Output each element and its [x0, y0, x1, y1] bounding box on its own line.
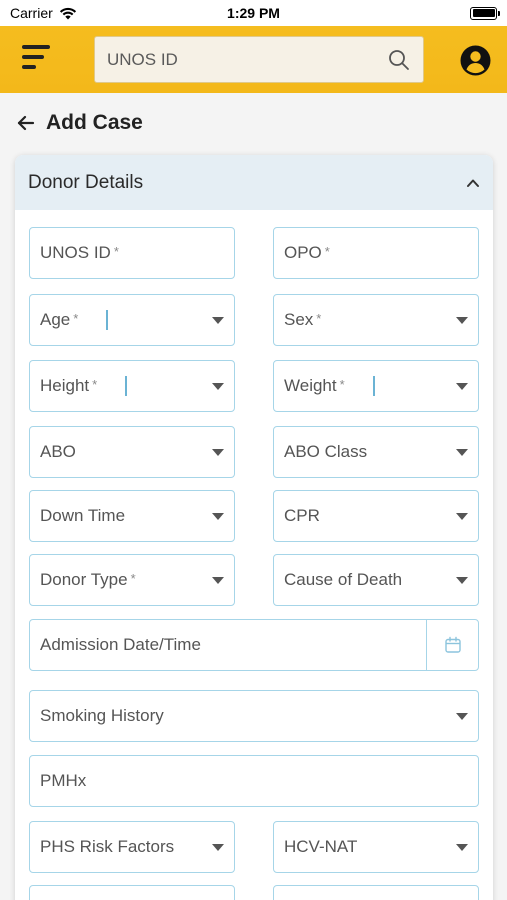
- weight-select[interactable]: Weight *: [273, 360, 479, 412]
- cause-of-death-select[interactable]: Cause of Death: [273, 554, 479, 606]
- cpr-label: CPR: [284, 506, 320, 525]
- age-select[interactable]: Age *: [29, 294, 235, 346]
- required-mark: *: [113, 244, 119, 259]
- arrow-left-icon[interactable]: [16, 113, 36, 133]
- down-time-label: Down Time: [40, 506, 126, 525]
- status-bar: Carrier 1:29 PM: [0, 0, 507, 26]
- abo-class-select[interactable]: ABO Class: [273, 426, 479, 478]
- required-mark: *: [130, 571, 136, 586]
- date-picker-button[interactable]: [426, 620, 478, 670]
- caret-down-icon: [212, 843, 224, 851]
- required-mark: *: [316, 311, 322, 326]
- cpr-select[interactable]: CPR: [273, 490, 479, 542]
- caret-down-icon: [456, 712, 468, 720]
- smoking-history-select[interactable]: Smoking History: [29, 690, 479, 742]
- hcv-nat-select[interactable]: HCV-NAT: [273, 821, 479, 873]
- calendar-icon: [444, 636, 461, 653]
- next-field-right[interactable]: [273, 885, 479, 900]
- abo-label: ABO: [40, 442, 76, 461]
- donor-type-select[interactable]: Donor Type *: [29, 554, 235, 606]
- phs-risk-factors-label: PHS Risk Factors: [40, 837, 175, 856]
- wifi-icon: [59, 7, 76, 19]
- app-header: [0, 26, 507, 93]
- down-time-select[interactable]: Down Time: [29, 490, 235, 542]
- search-input[interactable]: [107, 49, 387, 70]
- carrier-label: Carrier: [10, 5, 53, 21]
- donor-details-header[interactable]: Donor Details: [15, 155, 493, 210]
- cause-of-death-label: Cause of Death: [284, 570, 403, 589]
- abo-class-label: ABO Class: [284, 442, 368, 461]
- battery-icon: [470, 6, 500, 20]
- phs-risk-factors-select[interactable]: PHS Risk Factors: [29, 821, 235, 873]
- search-icon[interactable]: [387, 48, 411, 72]
- chevron-up-icon[interactable]: [465, 175, 481, 191]
- hcv-nat-label: HCV-NAT: [284, 837, 358, 856]
- required-mark: *: [324, 244, 330, 259]
- caret-down-icon: [456, 316, 468, 324]
- caret-down-icon: [212, 448, 224, 456]
- pmhx-label: PMHx: [40, 771, 87, 790]
- caret-down-icon: [212, 576, 224, 584]
- required-mark: *: [339, 377, 345, 392]
- pmhx-field[interactable]: PMHx: [29, 755, 479, 807]
- sex-label: Sex: [284, 310, 314, 329]
- unos-id-label: UNOS ID: [40, 243, 111, 262]
- page-title-row: Add Case: [16, 108, 143, 138]
- sex-select[interactable]: Sex *: [273, 294, 479, 346]
- required-mark: *: [73, 311, 79, 326]
- caret-down-icon: [456, 382, 468, 390]
- height-label: Height: [40, 376, 90, 395]
- page-title: Add Case: [46, 111, 143, 134]
- smoking-history-label: Smoking History: [40, 706, 164, 725]
- opo-field[interactable]: OPO *: [273, 227, 479, 279]
- admission-date-time-label: Admission Date/Time: [40, 635, 201, 654]
- caret-down-icon: [456, 843, 468, 851]
- menu-icon[interactable]: [22, 44, 50, 72]
- account-circle-icon[interactable]: [460, 45, 491, 76]
- opo-label: OPO: [284, 243, 322, 262]
- caret-down-icon: [212, 512, 224, 520]
- status-left: Carrier: [10, 5, 77, 21]
- battery-level: [472, 9, 495, 17]
- age-label: Age: [40, 310, 71, 329]
- caret-down-icon: [212, 316, 224, 324]
- unos-id-field[interactable]: UNOS ID *: [29, 227, 235, 279]
- caret-down-icon: [456, 576, 468, 584]
- admission-date-time-field[interactable]: Admission Date/Time: [29, 619, 479, 671]
- text-cursor: [106, 310, 109, 330]
- required-mark: *: [92, 377, 98, 392]
- abo-select[interactable]: ABO: [29, 426, 235, 478]
- section-title: Donor Details: [28, 171, 144, 193]
- caret-down-icon: [212, 382, 224, 390]
- caret-down-icon: [456, 512, 468, 520]
- weight-label: Weight: [284, 376, 337, 395]
- caret-down-icon: [456, 448, 468, 456]
- search-box: [94, 36, 424, 83]
- text-cursor: [372, 376, 375, 396]
- donor-type-label: Donor Type: [40, 570, 128, 589]
- next-field-left[interactable]: [29, 885, 235, 900]
- height-select[interactable]: Height *: [29, 360, 235, 412]
- text-cursor: [125, 376, 128, 396]
- donor-details-card: Donor Details UNOS ID * OPO * Age * Sex * He…: [15, 155, 493, 900]
